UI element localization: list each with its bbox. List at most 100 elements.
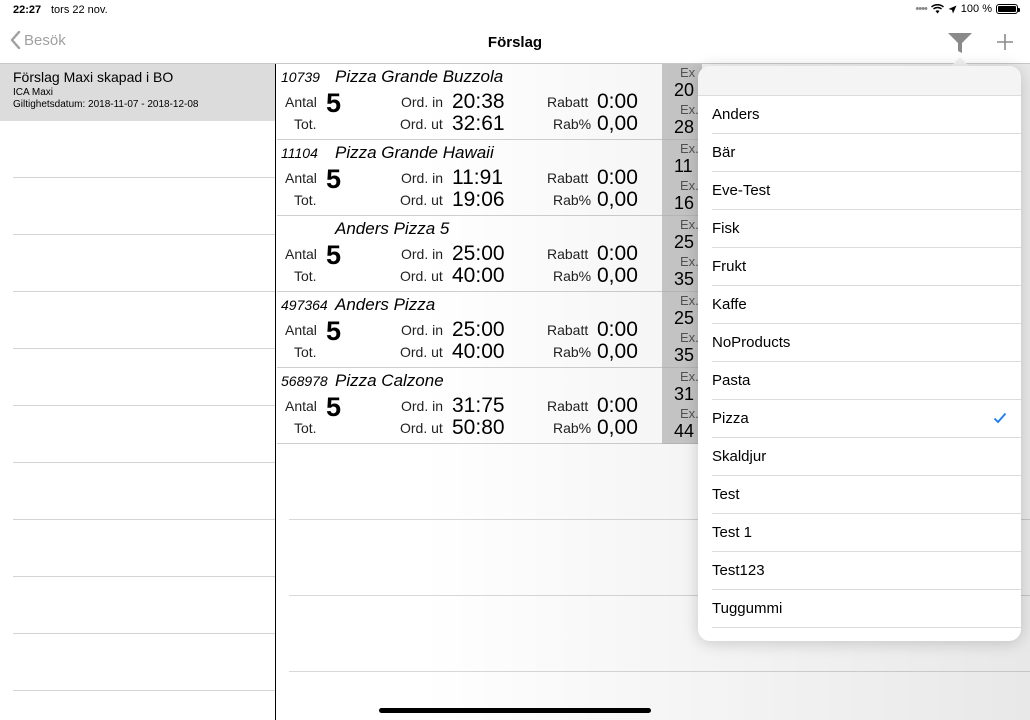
separator bbox=[13, 690, 275, 691]
ord-ut-label: Ord. ut bbox=[400, 344, 443, 360]
ex-value: 35 bbox=[674, 345, 695, 365]
product-row[interactable]: 497364 Anders Pizza Antal 5 Tot. Ord. in… bbox=[277, 292, 662, 368]
ord-in-label: Ord. in bbox=[401, 398, 444, 414]
ex-label: Ex. bbox=[680, 178, 699, 193]
ex-value: 25 bbox=[674, 232, 695, 252]
proposal-title: Förslag Maxi skapad i BO bbox=[13, 69, 174, 85]
add-button[interactable] bbox=[994, 31, 1016, 53]
separator bbox=[13, 633, 275, 634]
antal-value[interactable]: 5 bbox=[326, 164, 341, 195]
filter-item-label: Fisk bbox=[712, 220, 740, 237]
separator bbox=[13, 291, 275, 292]
filter-item[interactable]: Anders bbox=[712, 96, 1021, 134]
ex-value: 20 bbox=[674, 80, 695, 100]
filter-item[interactable]: Fisk bbox=[712, 210, 1021, 248]
proposal-list-pane: Förslag Maxi skapad i BO ICA Maxi Giltig… bbox=[0, 64, 276, 720]
antal-label: Antal bbox=[285, 246, 317, 262]
tot-label: Tot. bbox=[294, 420, 317, 436]
filter-item[interactable]: Skaldjur bbox=[712, 438, 1021, 476]
filter-button[interactable] bbox=[947, 31, 973, 55]
antal-label: Antal bbox=[285, 94, 317, 110]
tot-label: Tot. bbox=[294, 344, 317, 360]
filter-item-label: Skaldjur bbox=[712, 448, 767, 465]
product-name: Anders Pizza bbox=[335, 295, 436, 314]
status-bar: 22:27 tors 22 nov. •••• 100 % bbox=[0, 0, 1030, 22]
extra-column: Ex. 11 Ex. 16 bbox=[662, 140, 702, 216]
product-row[interactable]: 11104 Pizza Grande Hawaii Antal 5 Tot. O… bbox=[277, 140, 662, 216]
filter-item[interactable]: Pizza bbox=[712, 400, 1021, 438]
ex-label: Ex. bbox=[680, 141, 699, 156]
ex-value: 11 bbox=[674, 156, 693, 176]
rab-pct-label: Rab% bbox=[553, 116, 592, 132]
navigation-bar: Besök Förslag bbox=[0, 22, 1030, 64]
separator bbox=[289, 671, 1030, 672]
ord-ut-value: 50:80 bbox=[452, 416, 505, 439]
rab-pct-value: 0,00 bbox=[597, 112, 638, 135]
ex-label: Ex. bbox=[680, 102, 699, 117]
proposal-validity: Giltighetsdatum: 2018-11-07 - 2018-12-08 bbox=[13, 99, 199, 110]
filter-item[interactable]: Tuggummi bbox=[712, 590, 1021, 628]
filter-item[interactable]: Kaffe bbox=[712, 286, 1021, 324]
ex-value: 44 bbox=[674, 421, 695, 441]
product-name: Anders Pizza 5 bbox=[335, 219, 450, 238]
antal-value[interactable]: 5 bbox=[326, 88, 341, 119]
ord-ut-value: 19:06 bbox=[452, 188, 505, 211]
rabatt-value: 0:00 bbox=[597, 394, 638, 417]
filter-funnel-icon bbox=[948, 33, 972, 53]
rab-pct-label: Rab% bbox=[553, 344, 592, 360]
filter-item[interactable]: Frukt bbox=[712, 248, 1021, 286]
filter-item-label: Pasta bbox=[712, 372, 751, 389]
filter-item[interactable]: Test bbox=[712, 476, 1021, 514]
product-row[interactable]: 568978 Pizza Calzone Antal 5 Tot. Ord. i… bbox=[277, 368, 662, 444]
battery-icon bbox=[996, 4, 1020, 14]
ex-label: Ex bbox=[680, 65, 696, 80]
filter-item[interactable]: Bär bbox=[712, 134, 1021, 172]
separator bbox=[13, 462, 275, 463]
antal-value[interactable]: 5 bbox=[326, 240, 341, 271]
separator bbox=[13, 405, 275, 406]
filter-item[interactable]: Test123 bbox=[712, 552, 1021, 590]
antal-value[interactable]: 5 bbox=[326, 392, 341, 423]
rab-pct-label: Rab% bbox=[553, 192, 592, 208]
rab-pct-value: 0,00 bbox=[597, 340, 638, 363]
filter-item-label: Test 1 bbox=[712, 524, 753, 541]
ex-value: 28 bbox=[674, 117, 695, 137]
proposal-cell-selected[interactable]: Förslag Maxi skapad i BO ICA Maxi Giltig… bbox=[0, 64, 275, 121]
product-row[interactable]: 10739 Pizza Grande Buzzola Antal 5 Tot. … bbox=[277, 64, 662, 140]
page-title: Förslag bbox=[487, 34, 543, 51]
product-row[interactable]: Anders Pizza 5 Antal 5 Tot. Ord. in 25:0… bbox=[277, 216, 662, 292]
filter-item[interactable]: Eve-Test bbox=[712, 172, 1021, 210]
filter-item[interactable]: NoProducts bbox=[712, 324, 1021, 362]
popover-header bbox=[698, 66, 1021, 96]
status-time: 22:27 bbox=[13, 4, 42, 16]
proposal-store: ICA Maxi bbox=[13, 87, 54, 98]
ord-in-label: Ord. in bbox=[401, 246, 444, 262]
rab-pct-value: 0,00 bbox=[597, 416, 638, 439]
ord-in-value: 25:00 bbox=[452, 318, 505, 341]
separator bbox=[13, 234, 275, 235]
rabatt-value: 0:00 bbox=[597, 90, 638, 113]
home-indicator[interactable] bbox=[379, 708, 651, 713]
product-number: 497364 bbox=[281, 297, 328, 313]
plus-icon bbox=[997, 34, 1013, 50]
ex-value: 16 bbox=[674, 193, 695, 213]
location-arrow-icon bbox=[948, 5, 957, 13]
rabatt-label: Rabatt bbox=[547, 322, 589, 338]
popover-arrow bbox=[951, 57, 969, 66]
product-number: 11104 bbox=[281, 145, 318, 161]
ord-ut-label: Ord. ut bbox=[400, 268, 443, 284]
filter-item-label: Bär bbox=[712, 144, 736, 161]
extra-column: Ex 20 Ex. 28 bbox=[662, 64, 702, 140]
filter-item[interactable]: Pasta bbox=[712, 362, 1021, 400]
product-number: 568978 bbox=[281, 373, 328, 389]
ord-ut-label: Ord. ut bbox=[400, 420, 443, 436]
tot-label: Tot. bbox=[294, 268, 317, 284]
rabatt-label: Rabatt bbox=[547, 398, 589, 414]
filter-item[interactable]: Test 1 bbox=[712, 514, 1021, 552]
rab-pct-value: 0,00 bbox=[597, 264, 638, 287]
antal-value[interactable]: 5 bbox=[326, 316, 341, 347]
ord-in-label: Ord. in bbox=[401, 170, 444, 186]
ord-in-value: 11:91 bbox=[452, 166, 503, 189]
ord-in-label: Ord. in bbox=[401, 94, 444, 110]
ex-label: Ex. bbox=[680, 254, 699, 269]
